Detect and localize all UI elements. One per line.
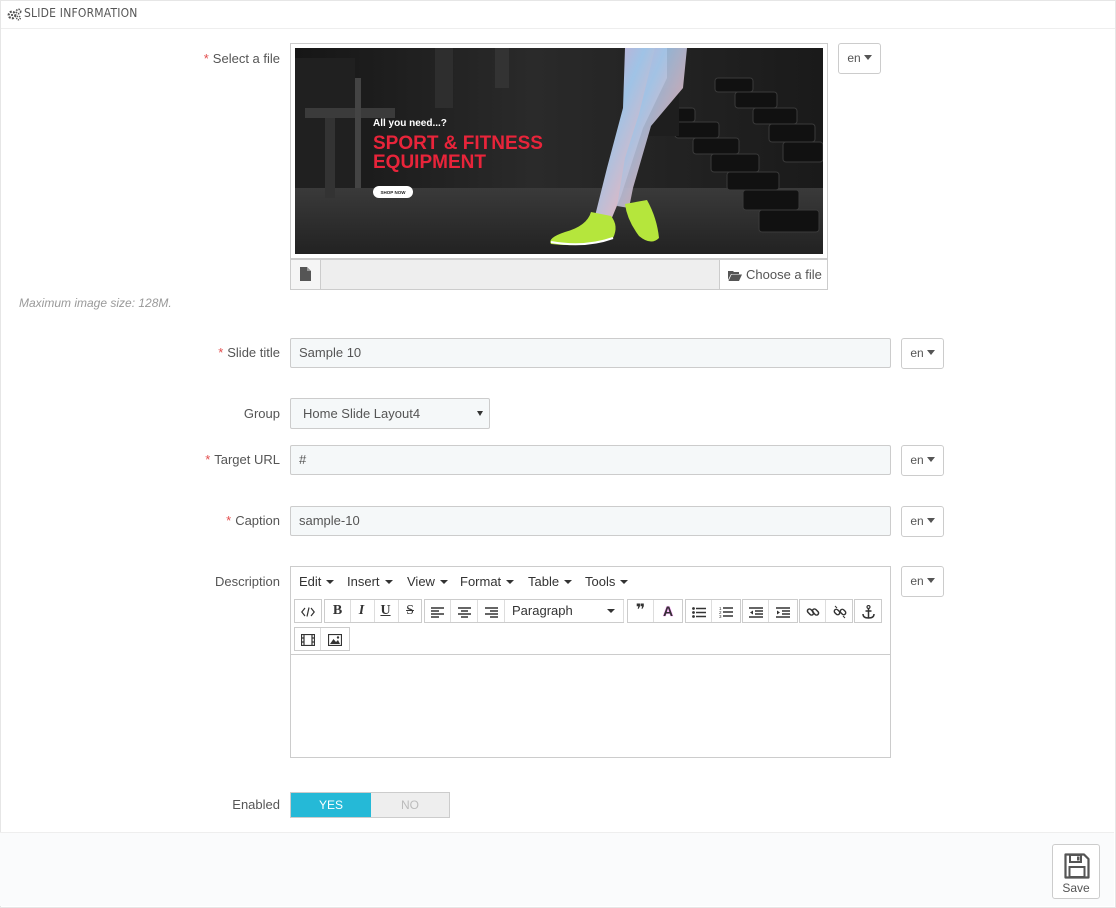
align-right-icon [485,606,498,618]
outdent-icon [748,607,763,618]
floppy-disk-icon [1064,853,1090,879]
bullet-list-button[interactable] [686,600,712,622]
editor-menubar: Edit Insert View Format Table Tools [291,567,890,595]
enabled-no-option[interactable]: NO [371,793,449,817]
folder-open-icon [728,271,742,281]
target-url-input[interactable]: # [290,445,891,475]
choose-file-button[interactable]: Choose a file [719,260,827,289]
toolbar-group-anchor [854,599,882,623]
toolbar-group-code [294,599,322,623]
anchor-button[interactable] [855,600,881,622]
max-size-help: Maximum image size: 128M. [19,296,172,310]
file-icon [300,267,311,281]
lang-dropdown-title[interactable]: en [901,338,944,369]
banner-line3: EQUIPMENT [373,152,486,173]
insert-image-button[interactable] [322,628,348,650]
strikethrough-button[interactable]: S [397,600,423,622]
menu-format[interactable]: Format [460,574,515,589]
slide-title-label: * Slide title [218,345,280,360]
banner-line2: SPORT & FITNESS [373,133,543,154]
slide-title-input[interactable]: Sample 10 [290,338,891,368]
caption-input[interactable]: sample-10 [290,506,891,536]
image-icon [328,634,342,647]
enabled-yes-option[interactable]: YES [291,793,371,817]
banner-cta: SHOP NOW [381,190,407,195]
numbered-list-button[interactable]: 123 [713,600,739,622]
film-icon [300,634,315,647]
unlink-button[interactable] [827,600,853,622]
panel-footer [0,832,1114,906]
toolbar-group-lists: 123 [685,599,741,623]
svg-text:3: 3 [719,614,722,618]
editor-content-area[interactable] [291,654,890,757]
paragraph-format-select[interactable]: Paragraph [506,600,624,622]
save-label: Save [1062,881,1090,895]
anchor-icon [861,605,875,620]
caret-down-icon [926,578,935,583]
target-url-label: * Target URL [205,452,280,467]
lang-dropdown-caption[interactable]: en [901,506,944,537]
enabled-label: Enabled [232,797,280,812]
caret-down-icon [926,518,935,523]
align-center-icon [458,606,471,618]
align-center-button[interactable] [452,600,478,622]
menu-insert[interactable]: Insert [347,574,393,589]
menu-view[interactable]: View [407,574,448,589]
image-preview: All you need...? SPORT & FITNESS EQUIPME… [290,43,828,259]
toolbar-group-align: Paragraph [424,599,624,623]
description-label: Description [214,574,280,589]
file-addon [291,260,321,289]
caret-down-icon [926,457,935,462]
save-button[interactable]: Save [1052,844,1100,899]
panel-heading: SLIDE INFORMATION [1,1,1115,29]
description-editor[interactable]: Edit Insert View Format Table Tools B I … [290,566,891,758]
select-file-label: * Select a file [203,51,280,66]
toolbar-group-media [294,627,350,651]
align-left-button[interactable] [425,600,451,622]
banner-line1: All you need...? [373,118,447,129]
enabled-switch[interactable]: YES NO [290,792,450,818]
toolbar-group-indent [742,599,798,623]
bold-button[interactable]: B [325,600,351,622]
outdent-button[interactable] [743,600,769,622]
lang-dropdown-description[interactable]: en [901,566,944,597]
indent-icon [776,607,790,618]
insert-link-button[interactable] [800,600,826,622]
source-code-button[interactable] [295,600,321,622]
italic-button[interactable]: I [349,600,375,622]
toolbar-group-links [799,599,853,623]
menu-tools[interactable]: Tools [585,574,629,589]
toolbar-group-text: B I U S [324,599,422,623]
numbered-list-icon: 123 [719,606,733,618]
group-label: Group [243,406,280,421]
lang-dropdown-url[interactable]: en [901,445,944,476]
group-select[interactable]: Home Slide Layout4 [290,398,490,429]
file-input-group[interactable]: Choose a file [290,259,828,290]
indent-button[interactable] [770,600,796,622]
unlink-icon [833,605,847,619]
panel-title: SLIDE INFORMATION [24,6,138,20]
caret-down-icon [926,350,935,355]
blockquote-button[interactable]: ❞ [628,600,654,622]
lang-dropdown-file[interactable]: en [838,43,881,74]
caption-label: * Caption [226,513,280,528]
select-arrow-icon [477,411,483,416]
menu-edit[interactable]: Edit [299,574,335,589]
slide-banner-image: All you need...? SPORT & FITNESS EQUIPME… [295,48,823,254]
code-icon [301,607,315,617]
align-right-button[interactable] [479,600,505,622]
toolbar-group-quote: ❞ A [627,599,683,623]
bullet-list-icon [691,606,706,618]
link-icon [806,608,819,617]
required-mark: * [203,51,209,66]
align-left-icon [431,606,444,618]
text-color-button[interactable]: A [655,600,681,622]
menu-table[interactable]: Table [528,574,573,589]
caret-down-icon [863,55,872,60]
underline-button[interactable]: U [373,600,399,622]
cogs-icon [7,8,22,21]
insert-video-button[interactable] [295,628,321,650]
